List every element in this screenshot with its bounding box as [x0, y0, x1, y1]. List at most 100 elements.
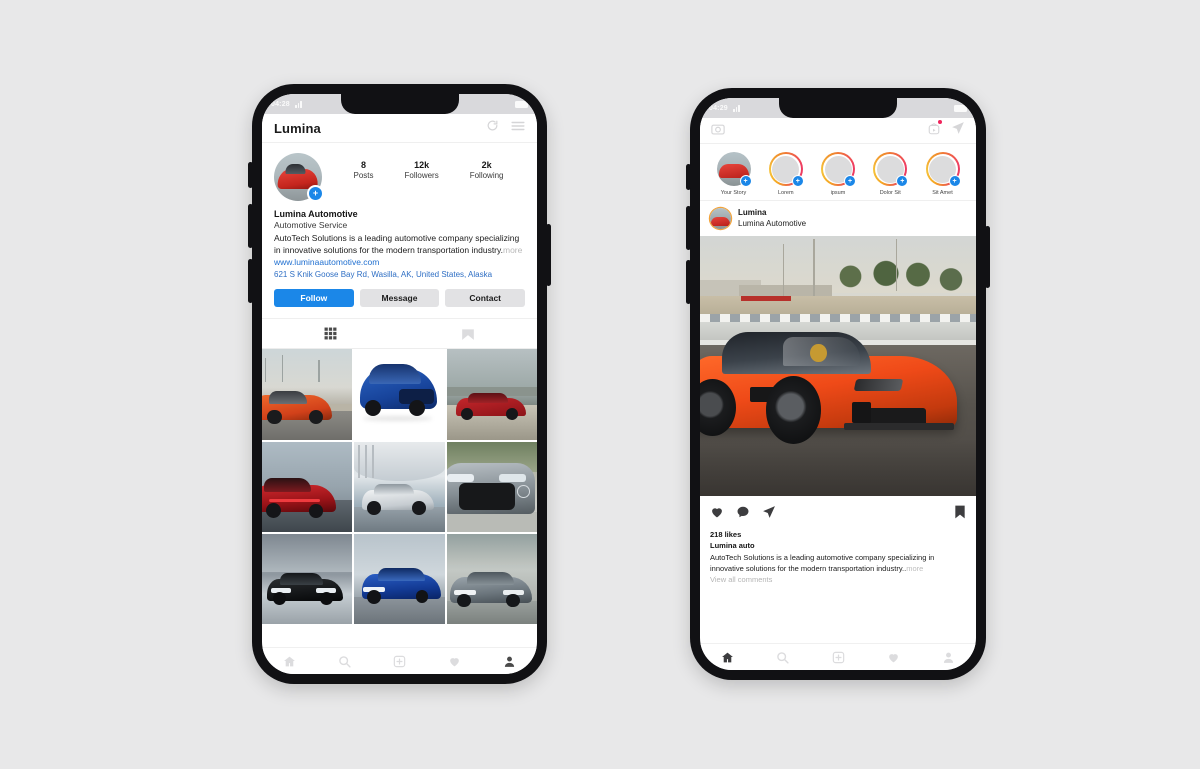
nav-activity[interactable] [427, 655, 482, 668]
phone1-power-button[interactable] [546, 224, 551, 286]
story-item-4[interactable]: + Sit Amet [919, 152, 966, 196]
phone-device-profile: 04:28 Lumina + 8 Posts 12k Followers 2k … [248, 84, 551, 684]
stat-posts-number: 8 [360, 160, 366, 170]
post-author-avatar[interactable] [710, 208, 731, 229]
add-story-badge[interactable]: + [307, 185, 324, 202]
add-square-icon [393, 655, 406, 667]
story-item-1[interactable]: + Lorem [762, 152, 809, 196]
save-button[interactable] [954, 505, 966, 524]
story-item-2[interactable]: + ipsum [815, 152, 862, 196]
stat-following-number: 2k [481, 160, 492, 170]
post-header[interactable]: Lumina Lumina Automotive [700, 201, 976, 236]
nav-search[interactable] [317, 655, 372, 668]
status-time: 04:29 [709, 104, 728, 112]
comment-button[interactable] [736, 505, 750, 524]
avatar[interactable]: + [274, 153, 324, 202]
grid-post-9[interactable] [446, 534, 537, 625]
profile-name: Lumina Automotive [274, 209, 358, 219]
phone1-volume-down-button[interactable] [248, 259, 253, 303]
profile-website-link[interactable]: www.luminaautomotive.com [274, 256, 525, 268]
nav-home[interactable] [262, 655, 317, 668]
grid-post-3[interactable] [446, 349, 537, 440]
phone1-volume-up-button[interactable] [248, 204, 253, 248]
phone2-volume-up-button[interactable] [686, 206, 691, 250]
story-label: Dolor Sit [879, 190, 901, 196]
search-icon [777, 651, 789, 664]
phone1-screen: 04:28 Lumina + 8 Posts 12k Followers 2k … [262, 94, 537, 674]
tab-grid[interactable] [262, 327, 400, 340]
phone2-notch [779, 98, 897, 118]
grid-post-4[interactable] [262, 441, 353, 533]
caption-body: AutoTech Solutions is a leading automoti… [710, 552, 935, 573]
caption-username[interactable]: Lumina auto [710, 540, 966, 551]
phone2-app-header [700, 118, 976, 144]
stories-tray[interactable]: + Your Story + Lorem + ipsum + Dolor Sit… [700, 144, 976, 201]
signal-bars-icon [732, 104, 740, 112]
follow-button[interactable]: Follow [274, 289, 354, 308]
nav-add[interactable] [810, 651, 865, 664]
phone1-app-header: Lumina [262, 114, 537, 143]
add-story-badge[interactable]: + [739, 175, 752, 187]
stat-posts[interactable]: 8 Posts [353, 159, 373, 182]
profile-address[interactable]: 621 S Knik Goose Bay Rd, Wasilla, AK, Un… [274, 269, 525, 281]
grid-post-1[interactable] [262, 349, 353, 440]
profile-tab-bar [262, 318, 538, 350]
phone2-mute-switch[interactable] [686, 164, 691, 190]
grid-post-2[interactable] [354, 349, 445, 440]
person-icon [943, 652, 954, 663]
profile-description-text: AutoTech Solutions is a leading automoti… [274, 233, 520, 256]
like-button[interactable] [710, 505, 724, 524]
profile-description-more[interactable]: more [503, 245, 522, 255]
notification-dot [938, 119, 942, 124]
grid-post-8[interactable] [354, 534, 445, 625]
share-button[interactable] [762, 505, 776, 524]
grid-post-6[interactable] [446, 441, 537, 533]
phone1-mute-switch[interactable] [248, 162, 253, 188]
post-likes-count[interactable]: 218 likes [710, 529, 966, 540]
phone2-volume-down-button[interactable] [686, 260, 691, 304]
post-caption: 218 likes Lumina auto AutoTech Solutions… [700, 529, 976, 592]
nav-activity[interactable] [866, 651, 921, 664]
caption-more-link[interactable]: more [906, 564, 923, 573]
add-square-icon [832, 651, 844, 663]
heart-icon [712, 508, 722, 518]
story-label: Lorem [777, 190, 794, 196]
grid-post-5[interactable] [354, 441, 445, 533]
heart-icon [450, 657, 459, 666]
stat-followers[interactable]: 12k Followers [404, 159, 438, 182]
grid-post-7[interactable] [262, 534, 353, 625]
nav-profile[interactable] [921, 651, 976, 664]
story-badge[interactable]: + [896, 175, 909, 187]
nav-add[interactable] [372, 655, 427, 668]
status-time: 04:28 [271, 100, 290, 108]
paper-plane-icon[interactable] [951, 121, 965, 140]
stat-following[interactable]: 2k Following [470, 159, 504, 182]
message-button[interactable]: Message [359, 289, 440, 308]
view-all-comments-link[interactable]: View all comments [710, 574, 966, 585]
profile-description: AutoTech Solutions is a leading automoti… [274, 232, 525, 256]
nav-search[interactable] [755, 651, 810, 664]
home-icon [284, 656, 295, 666]
contact-button[interactable]: Contact [445, 289, 526, 308]
story-item-3[interactable]: + Dolor Sit [867, 152, 914, 196]
story-badge[interactable]: + [791, 175, 804, 187]
refresh-icon[interactable] [486, 119, 499, 137]
profile-bio: Lumina Automotive Automotive Service Aut… [274, 208, 525, 280]
nav-profile[interactable] [482, 655, 537, 668]
phone1-bottom-nav [262, 647, 537, 674]
camera-icon[interactable] [711, 122, 725, 140]
igtv-icon[interactable] [928, 119, 942, 140]
story-badge[interactable]: + [844, 175, 856, 187]
hamburger-menu-icon[interactable] [511, 119, 525, 137]
story-badge[interactable]: + [948, 175, 961, 187]
battery-icon [954, 104, 967, 112]
nav-home[interactable] [700, 651, 755, 664]
profile-section: + 8 Posts 12k Followers 2k Following Lum… [262, 143, 537, 308]
phone2-power-button[interactable] [985, 226, 990, 288]
profile-category: Automotive Service [274, 220, 348, 231]
story-label: Sit Amet [932, 190, 953, 196]
tab-tagged[interactable] [400, 327, 538, 341]
post-image[interactable] [700, 236, 976, 496]
phone2-bottom-nav [700, 643, 976, 670]
story-item-your-story[interactable]: + Your Story [710, 152, 757, 196]
